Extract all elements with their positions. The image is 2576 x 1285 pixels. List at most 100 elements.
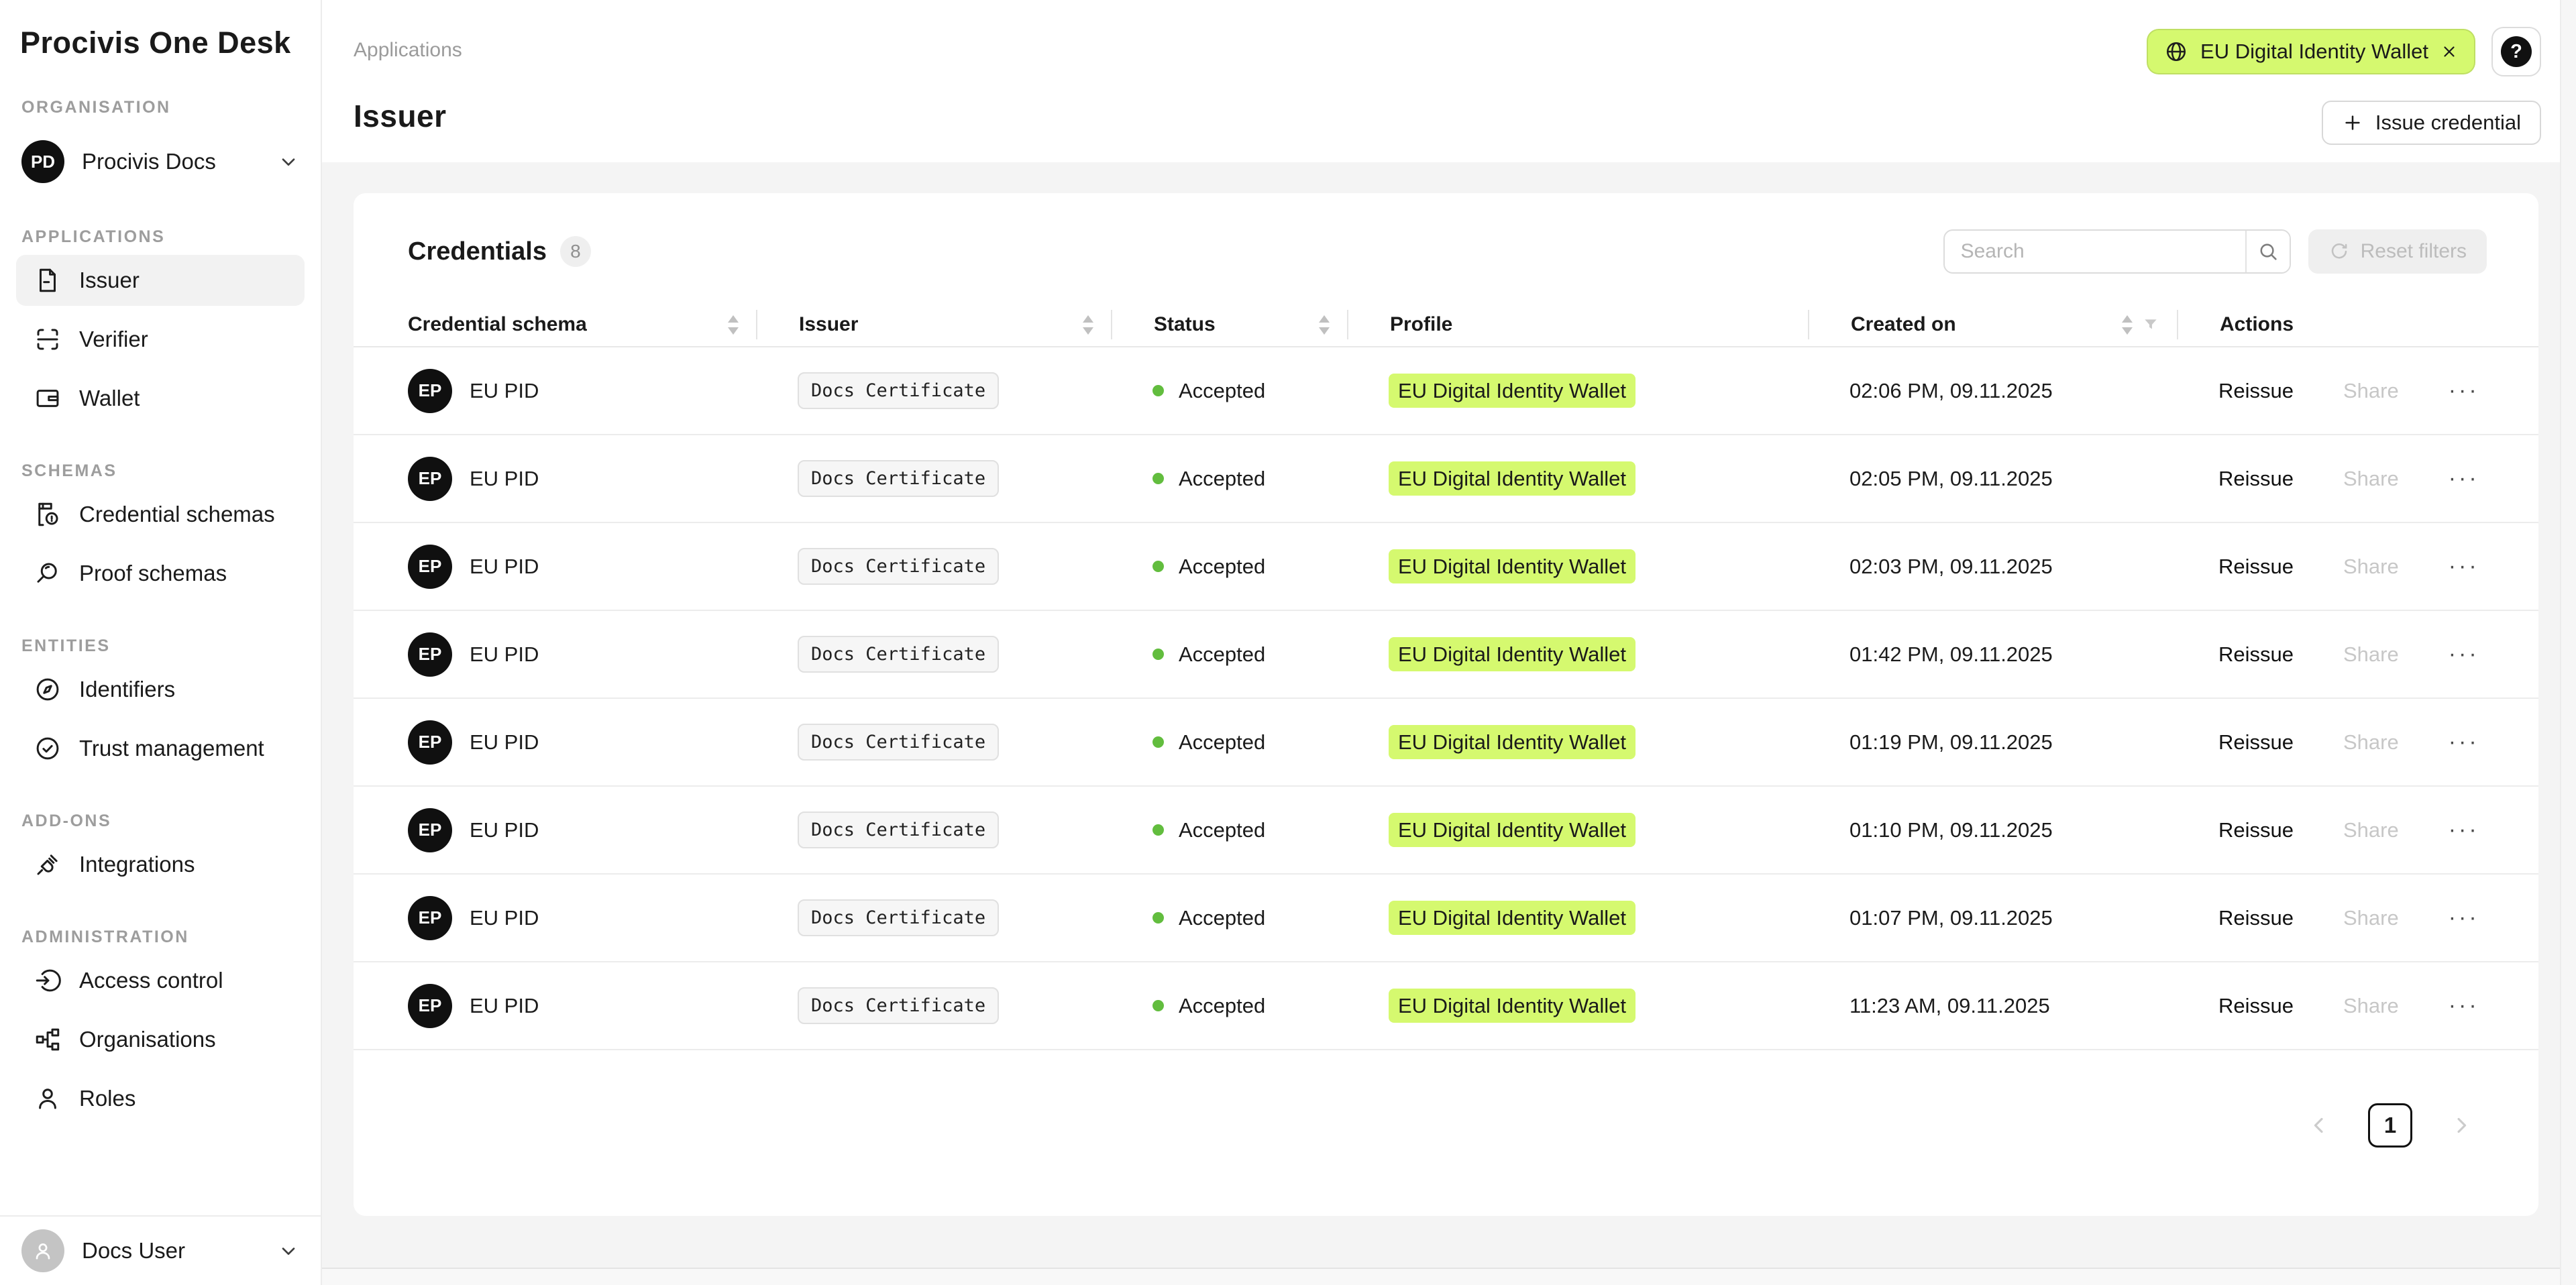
user-menu[interactable]: Docs User bbox=[0, 1215, 321, 1285]
schema-avatar: EP bbox=[408, 896, 452, 940]
reissue-link[interactable]: Reissue bbox=[2218, 730, 2294, 755]
share-link[interactable]: Share bbox=[2343, 994, 2399, 1018]
sidebar-item-organisations[interactable]: Organisations bbox=[16, 1014, 305, 1065]
share-link[interactable]: Share bbox=[2343, 906, 2399, 930]
status-label: Accepted bbox=[1179, 379, 1265, 403]
reissue-link[interactable]: Reissue bbox=[2218, 555, 2294, 579]
issue-credential-button[interactable]: Issue credential bbox=[2322, 101, 2541, 145]
previous-page-button[interactable] bbox=[2306, 1113, 2332, 1138]
reissue-link[interactable]: Reissue bbox=[2218, 642, 2294, 667]
sort-icon[interactable] bbox=[728, 315, 739, 335]
status-cell: Accepted bbox=[1111, 379, 1347, 403]
breadcrumb[interactable]: Applications bbox=[354, 39, 462, 62]
profile-cell: EU Digital Identity Wallet bbox=[1347, 818, 1808, 842]
more-menu-icon[interactable]: ··· bbox=[2449, 473, 2479, 484]
more-menu-icon[interactable]: ··· bbox=[2449, 649, 2479, 660]
table-row[interactable]: EP EU PID Docs Certificate Accepted EU D… bbox=[354, 787, 2538, 875]
table-row[interactable]: EP EU PID Docs Certificate Accepted EU D… bbox=[354, 962, 2538, 1050]
help-button[interactable]: ? bbox=[2491, 27, 2541, 76]
sidebar-item-label: Identifiers bbox=[79, 677, 175, 702]
horizontal-scrollbar[interactable] bbox=[322, 1268, 2576, 1285]
pagination: 1 bbox=[354, 1050, 2538, 1216]
column-header-status[interactable]: Status bbox=[1111, 310, 1347, 339]
sidebar-item-label: Roles bbox=[79, 1086, 136, 1111]
sidebar-item-proof-schemas[interactable]: Proof schemas bbox=[16, 548, 305, 599]
sort-icon[interactable] bbox=[2122, 315, 2133, 335]
share-link[interactable]: Share bbox=[2343, 730, 2399, 755]
sidebar-item-credential-schemas[interactable]: Credential schemas bbox=[16, 489, 305, 540]
table-row[interactable]: EP EU PID Docs Certificate Accepted EU D… bbox=[354, 699, 2538, 787]
share-link[interactable]: Share bbox=[2343, 379, 2399, 403]
schema-name: EU PID bbox=[470, 555, 539, 579]
vertical-scrollbar[interactable] bbox=[2560, 0, 2576, 1285]
sidebar-item-identifiers[interactable]: Identifiers bbox=[16, 664, 305, 715]
more-menu-icon[interactable]: ··· bbox=[2449, 824, 2479, 836]
more-menu-icon[interactable]: ··· bbox=[2449, 736, 2479, 748]
column-header-issuer[interactable]: Issuer bbox=[756, 310, 1111, 339]
table-row[interactable]: EP EU PID Docs Certificate Accepted EU D… bbox=[354, 875, 2538, 962]
check-circle-icon bbox=[34, 734, 62, 763]
reissue-link[interactable]: Reissue bbox=[2218, 906, 2294, 930]
page-header: Applications Issuer EU Digital Identity … bbox=[322, 0, 2576, 162]
sidebar-item-issuer[interactable]: Issuer bbox=[16, 255, 305, 306]
profile-badge: EU Digital Identity Wallet bbox=[1389, 374, 1635, 408]
sidebar-item-verifier[interactable]: Verifier bbox=[16, 314, 305, 365]
reissue-link[interactable]: Reissue bbox=[2218, 818, 2294, 842]
column-header-actions: Actions bbox=[2177, 310, 2487, 339]
actions-cell: Reissue Share ··· bbox=[2177, 555, 2487, 579]
share-link[interactable]: Share bbox=[2343, 467, 2399, 491]
org-switcher[interactable]: PD Procivis Docs bbox=[16, 133, 305, 190]
sidebar-item-integrations[interactable]: Integrations bbox=[16, 839, 305, 890]
current-page-indicator[interactable]: 1 bbox=[2368, 1103, 2412, 1148]
table-row[interactable]: EP EU PID Docs Certificate Accepted EU D… bbox=[354, 523, 2538, 611]
column-header-credential-schema[interactable]: Credential schema bbox=[408, 310, 756, 339]
more-menu-icon[interactable]: ··· bbox=[2449, 385, 2479, 396]
actions-cell: Reissue Share ··· bbox=[2177, 906, 2487, 930]
more-menu-icon[interactable]: ··· bbox=[2449, 561, 2479, 572]
table-row[interactable]: EP EU PID Docs Certificate Accepted EU D… bbox=[354, 347, 2538, 435]
section-label-organisation: ORGANISATION bbox=[21, 98, 305, 117]
section-label-schemas: SCHEMAS bbox=[21, 461, 305, 481]
reissue-link[interactable]: Reissue bbox=[2218, 379, 2294, 403]
sidebar-item-wallet[interactable]: Wallet bbox=[16, 373, 305, 424]
share-link[interactable]: Share bbox=[2343, 818, 2399, 842]
share-link[interactable]: Share bbox=[2343, 642, 2399, 667]
issuer-tag: Docs Certificate bbox=[798, 460, 999, 497]
close-icon[interactable] bbox=[2440, 43, 2458, 60]
credential-schema-cell: EP EU PID bbox=[408, 632, 756, 677]
filter-funnel-icon[interactable] bbox=[2142, 316, 2159, 333]
sidebar-item-label: Issuer bbox=[79, 268, 140, 293]
search-input[interactable] bbox=[1945, 240, 2245, 263]
org-chart-icon bbox=[34, 1025, 62, 1054]
reissue-link[interactable]: Reissue bbox=[2218, 994, 2294, 1018]
reissue-link[interactable]: Reissue bbox=[2218, 467, 2294, 491]
schema-name: EU PID bbox=[470, 994, 539, 1018]
sort-icon[interactable] bbox=[1083, 315, 1093, 335]
sidebar-item-trust-management[interactable]: Trust management bbox=[16, 723, 305, 774]
page-title: Issuer bbox=[354, 98, 447, 134]
profile-badge: EU Digital Identity Wallet bbox=[1389, 637, 1635, 671]
profile-cell: EU Digital Identity Wallet bbox=[1347, 467, 1808, 491]
sidebar: Procivis One Desk ORGANISATION PD Prociv… bbox=[0, 0, 322, 1285]
next-page-button[interactable] bbox=[2449, 1113, 2474, 1138]
created-on-cell: 01:42 PM, 09.11.2025 bbox=[1808, 642, 2177, 667]
reset-filters-button[interactable]: Reset filters bbox=[2308, 229, 2487, 274]
section-label-applications: APPLICATIONS bbox=[21, 227, 305, 247]
sidebar-item-access-control[interactable]: Access control bbox=[16, 955, 305, 1006]
table-row[interactable]: EP EU PID Docs Certificate Accepted EU D… bbox=[354, 611, 2538, 699]
column-header-created-on[interactable]: Created on bbox=[1808, 310, 2177, 339]
search-button[interactable] bbox=[2247, 231, 2290, 272]
share-link[interactable]: Share bbox=[2343, 555, 2399, 579]
user-name: Docs User bbox=[82, 1238, 278, 1264]
profile-filter-chip[interactable]: EU Digital Identity Wallet bbox=[2147, 29, 2475, 74]
status-cell: Accepted bbox=[1111, 818, 1347, 842]
more-menu-icon[interactable]: ··· bbox=[2449, 912, 2479, 924]
status-cell: Accepted bbox=[1111, 730, 1347, 755]
more-menu-icon[interactable]: ··· bbox=[2449, 1000, 2479, 1011]
question-mark-icon: ? bbox=[2501, 36, 2532, 67]
app-root: Procivis One Desk ORGANISATION PD Prociv… bbox=[0, 0, 2576, 1285]
schema-avatar: EP bbox=[408, 545, 452, 589]
table-row[interactable]: EP EU PID Docs Certificate Accepted EU D… bbox=[354, 435, 2538, 523]
sort-icon[interactable] bbox=[1319, 315, 1330, 335]
sidebar-item-roles[interactable]: Roles bbox=[16, 1073, 305, 1124]
